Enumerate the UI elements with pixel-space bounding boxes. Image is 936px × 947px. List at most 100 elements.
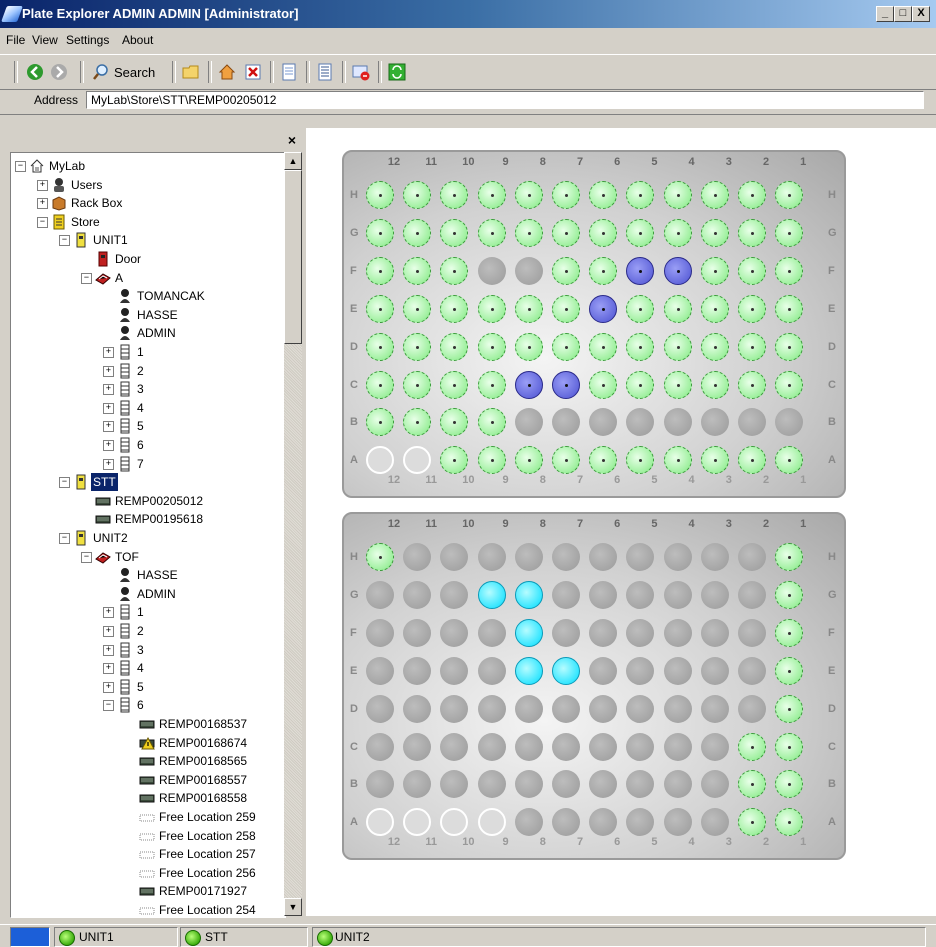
well-F10[interactable]	[440, 618, 469, 647]
well-H7[interactable]	[552, 543, 580, 571]
well-B5[interactable]	[626, 770, 655, 799]
well-G4[interactable]	[663, 218, 692, 247]
expand-icon[interactable]: +	[103, 365, 114, 377]
well-A12[interactable]	[366, 446, 394, 475]
well-C1[interactable]	[775, 732, 804, 761]
well-H1[interactable]	[775, 543, 804, 571]
well-G9[interactable]	[477, 580, 506, 609]
well-D11[interactable]	[403, 694, 432, 723]
well-A3[interactable]	[700, 808, 729, 837]
well-D4[interactable]	[663, 694, 692, 723]
well-B12[interactable]	[366, 408, 394, 437]
well-G10[interactable]	[440, 218, 469, 247]
expand-icon[interactable]: +	[103, 644, 114, 656]
well-D5[interactable]	[626, 332, 655, 361]
well-F5[interactable]	[626, 618, 655, 647]
collapse-icon[interactable]: −	[59, 533, 70, 544]
well-A2[interactable]	[738, 808, 766, 837]
well-E12[interactable]	[366, 656, 394, 685]
well-H11[interactable]	[403, 181, 432, 209]
tree-node[interactable]: HASSE	[11, 306, 281, 324]
tree-node[interactable]: +7	[11, 455, 281, 473]
well-G5[interactable]	[626, 218, 655, 247]
menu-settings[interactable]: Settings	[66, 33, 109, 47]
well-C7[interactable]	[552, 370, 580, 399]
well-D11[interactable]	[403, 332, 432, 361]
well-C4[interactable]	[663, 370, 692, 399]
well-E11[interactable]	[403, 656, 432, 685]
well-B3[interactable]	[700, 770, 729, 799]
back-icon[interactable]	[26, 63, 44, 81]
close-button[interactable]: X	[912, 6, 930, 22]
well-C2[interactable]	[738, 370, 766, 399]
tree-node[interactable]: +1	[11, 603, 281, 621]
well-D12[interactable]	[366, 332, 394, 361]
well-C11[interactable]	[403, 732, 432, 761]
tree-node[interactable]: +3	[11, 641, 281, 659]
expand-icon[interactable]: +	[37, 179, 48, 191]
tree-node[interactable]: +3	[11, 380, 281, 398]
well-B5[interactable]	[626, 408, 655, 437]
well-C9[interactable]	[477, 370, 506, 399]
well-E4[interactable]	[663, 656, 692, 685]
well-D2[interactable]	[738, 332, 766, 361]
well-B6[interactable]	[589, 408, 618, 437]
tree-node[interactable]: REMP00168565	[11, 752, 281, 770]
well-H12[interactable]	[366, 543, 394, 571]
well-A8[interactable]	[514, 808, 543, 837]
tree-node[interactable]: − MyLab	[11, 157, 281, 175]
scroll-up-button[interactable]: ▲	[284, 152, 302, 170]
well-A1[interactable]	[775, 808, 804, 837]
well-B6[interactable]	[589, 770, 618, 799]
well-C1[interactable]	[775, 370, 804, 399]
well-D10[interactable]	[440, 694, 469, 723]
well-C9[interactable]	[477, 732, 506, 761]
tree-node[interactable]: Door	[11, 250, 281, 268]
well-F3[interactable]	[700, 618, 729, 647]
well-D1[interactable]	[775, 332, 804, 361]
expand-icon[interactable]: +	[37, 198, 48, 210]
well-A6[interactable]	[589, 808, 618, 837]
well-G3[interactable]	[700, 218, 729, 247]
tree-node[interactable]: REMP00168674	[11, 734, 281, 752]
well-F7[interactable]	[552, 256, 580, 285]
well-E10[interactable]	[440, 294, 469, 323]
well-B1[interactable]	[775, 770, 804, 799]
well-G10[interactable]	[440, 580, 469, 609]
tree-node[interactable]: +5	[11, 417, 281, 435]
well-H10[interactable]	[440, 181, 469, 209]
well-G6[interactable]	[589, 218, 618, 247]
tree-scrollbar[interactable]: ▲ ▼	[284, 152, 302, 916]
well-H10[interactable]	[440, 543, 469, 571]
tree-node[interactable]: Free Location 256	[11, 864, 281, 882]
well-H1[interactable]	[775, 181, 804, 209]
expand-icon[interactable]: +	[103, 663, 114, 675]
tree-node[interactable]: REMP00168557	[11, 771, 281, 789]
tree-node[interactable]: +4	[11, 659, 281, 677]
well-F2[interactable]	[738, 256, 766, 285]
well-H4[interactable]	[663, 181, 692, 209]
well-C10[interactable]	[440, 370, 469, 399]
tree-node[interactable]: +4	[11, 399, 281, 417]
well-D2[interactable]	[738, 694, 766, 723]
document-icon[interactable]	[280, 63, 298, 81]
well-A6[interactable]	[589, 446, 618, 475]
well-G9[interactable]	[477, 218, 506, 247]
tree-node[interactable]: + Users	[11, 176, 281, 194]
tree-node[interactable]: Free Location 254	[11, 901, 281, 917]
well-A11[interactable]	[403, 808, 432, 837]
well-C3[interactable]	[700, 370, 729, 399]
well-G5[interactable]	[626, 580, 655, 609]
well-B11[interactable]	[403, 770, 432, 799]
maximize-button[interactable]: □	[894, 6, 912, 22]
well-A11[interactable]	[403, 446, 432, 475]
well-C6[interactable]	[589, 732, 618, 761]
well-G8[interactable]	[514, 218, 543, 247]
well-H6[interactable]	[589, 181, 618, 209]
tree-node[interactable]: REMP00195618	[11, 510, 281, 528]
expand-icon[interactable]: +	[103, 384, 114, 396]
expand-icon[interactable]: +	[103, 440, 114, 451]
well-A10[interactable]	[440, 808, 469, 837]
well-A4[interactable]	[663, 808, 692, 837]
tree-view[interactable]: − MyLab + Users + Rack Box − Store − UNIT1 Door − A T…	[10, 152, 286, 918]
